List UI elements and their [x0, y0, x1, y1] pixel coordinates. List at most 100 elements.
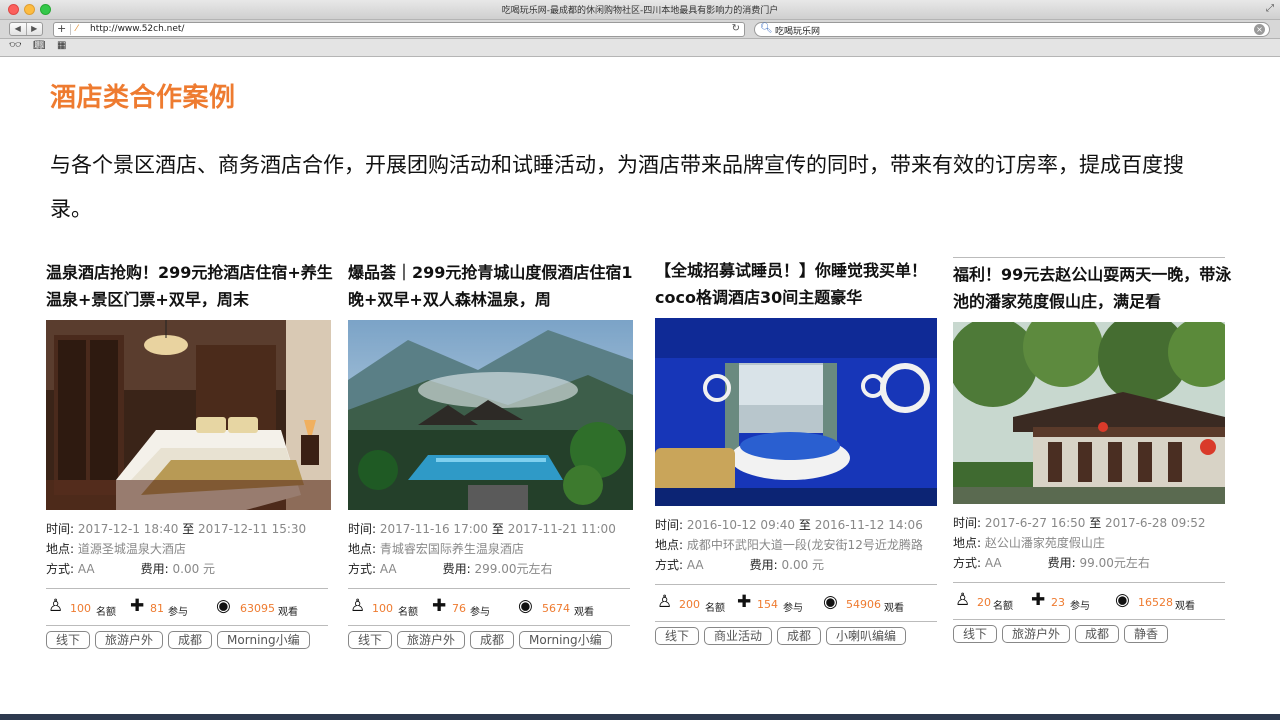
divider: [953, 619, 1225, 620]
fee-label: 费用:: [442, 562, 471, 576]
fullscreen-icon[interactable]: ⤢: [1266, 3, 1274, 14]
tag[interactable]: 线下: [348, 631, 393, 649]
fee-label: 费用:: [1047, 556, 1076, 570]
views-count: 63095: [240, 602, 275, 615]
location-label: 地点:: [953, 536, 982, 550]
person-icon: ♙: [48, 596, 64, 616]
event-card[interactable]: 温泉酒店抢购！299元抢酒店住宿+养生温泉+景区门票+双早，周末 时间: 201…: [46, 259, 334, 649]
clear-search-icon[interactable]: ×: [1254, 24, 1265, 35]
location-row: 地点: 成都中环武阳大道一段(龙安街12号近龙腾路: [655, 535, 943, 555]
fee-label: 费用:: [749, 558, 778, 572]
eye-icon: ◉: [823, 592, 838, 612]
card-stats: ♙ 100 名额 ✚ 76 参与 ◉ 5674 观看: [348, 589, 636, 625]
address-divider: [70, 24, 71, 35]
location-value: 成都中环武阳大道一段(龙安街12号近龙腾路: [686, 538, 923, 552]
tag[interactable]: 成都: [168, 631, 213, 649]
plus-icon[interactable]: ✚: [737, 592, 751, 612]
method-value: AA: [379, 562, 397, 576]
reload-icon[interactable]: ↻: [732, 23, 740, 34]
search-icon[interactable]: 🔍︎: [760, 23, 773, 34]
tag[interactable]: 线下: [953, 625, 998, 643]
join-count: 154: [757, 598, 778, 611]
person-icon: ♙: [657, 592, 673, 612]
method-value: AA: [984, 556, 1002, 570]
to-label: 至: [798, 518, 811, 532]
method-value: AA: [77, 562, 95, 576]
reading-list-icon[interactable]: 👓︎: [9, 40, 22, 51]
tag[interactable]: Morning小编: [519, 631, 612, 649]
favicon-icon: ⁄: [76, 24, 78, 34]
location-value: 赵公山潘家苑度假山庄: [984, 536, 1105, 550]
page-title: 酒店类合作案例: [50, 83, 236, 113]
tag[interactable]: Morning小编: [217, 631, 310, 649]
quota-label: 名额: [705, 603, 725, 614]
top-sites-icon[interactable]: ▦: [57, 40, 66, 51]
back-icon[interactable]: ◀: [10, 23, 26, 35]
title-bar: 吃喝玩乐网-最成都的休闲购物社区-四川本地最具有影响力的消费门户 ⤢: [0, 0, 1280, 20]
card-meta: 时间: 2017-11-16 17:00 至 2017-11-21 11:00 …: [348, 519, 636, 579]
event-card[interactable]: 【全城招募试睡员！】你睡觉我买单！coco格调酒店30间主题豪华 时间: 201…: [655, 257, 943, 645]
bookmarks-bar: 👓︎ 📖︎ ▦: [0, 39, 1280, 57]
time-row: 时间: 2016-10-12 09:40 至 2016-11-12 14:06: [655, 515, 943, 535]
plus-icon[interactable]: ✚: [432, 596, 446, 616]
divider: [348, 625, 630, 626]
browser-window: 吃喝玩乐网-最成都的休闲购物社区-四川本地最具有影响力的消费门户 ⤢ ◀ ▶ +…: [0, 0, 1280, 714]
tag[interactable]: 线下: [46, 631, 91, 649]
start-time: 2016-10-12 09:40: [686, 518, 796, 532]
search-field[interactable]: 🔍︎ 吃喝玩乐网 ×: [754, 22, 1270, 37]
join-label: 参与: [168, 607, 188, 618]
views-count: 16528: [1138, 596, 1173, 609]
resort-image[interactable]: [348, 320, 633, 510]
address-bar[interactable]: + ⁄ http://www.52ch.net/ ↻: [53, 22, 745, 37]
tag[interactable]: 成都: [1075, 625, 1120, 643]
tag[interactable]: 旅游户外: [1002, 625, 1071, 643]
time-row: 时间: 2017-6-27 16:50 至 2017-6-28 09:52: [953, 513, 1241, 533]
views-label: 观看: [574, 607, 594, 618]
eye-icon: ◉: [1115, 590, 1130, 610]
divider: [46, 625, 328, 626]
plus-icon[interactable]: ✚: [1031, 590, 1045, 610]
browser-toolbar: ◀ ▶ + ⁄ http://www.52ch.net/ ↻ 🔍︎ 吃喝玩乐网 …: [0, 20, 1280, 39]
join-label: 参与: [470, 607, 490, 618]
tag[interactable]: 成都: [470, 631, 515, 649]
location-label: 地点:: [655, 538, 684, 552]
fee-value: 99.00元左右: [1079, 556, 1150, 570]
location-value: 道源圣城温泉大酒店: [77, 542, 186, 556]
villa-image[interactable]: [953, 322, 1225, 504]
card-title[interactable]: 福利！99元去赵公山耍两天一晚，带泳池的潘家苑度假山庄，满足看: [953, 261, 1241, 315]
tag[interactable]: 小喇叭编编: [826, 627, 907, 645]
tag[interactable]: 商业活动: [704, 627, 773, 645]
add-tab-icon[interactable]: +: [57, 22, 66, 35]
views-label: 观看: [884, 603, 904, 614]
join-count: 76: [452, 602, 466, 615]
event-card[interactable]: 福利！99元去赵公山耍两天一晚，带泳池的潘家苑度假山庄，满足看 时间: 2017…: [953, 257, 1241, 643]
time-label: 时间:: [46, 522, 75, 536]
theme-room-image[interactable]: [655, 318, 937, 506]
tag[interactable]: 旅游户外: [95, 631, 164, 649]
person-icon: ♙: [350, 596, 366, 616]
search-input[interactable]: 吃喝玩乐网: [775, 24, 820, 37]
method-value: AA: [686, 558, 704, 572]
location-label: 地点:: [348, 542, 377, 556]
forward-icon[interactable]: ▶: [25, 23, 43, 35]
card-title[interactable]: 【全城招募试睡员！】你睡觉我买单！coco格调酒店30间主题豪华: [655, 257, 943, 311]
method-row: 方式: AA 费用: 0.00 元: [46, 559, 334, 579]
hotel-room-image[interactable]: [46, 320, 331, 510]
end-time: 2017-6-28 09:52: [1105, 516, 1206, 530]
card-stats: ♙ 200 名额 ✚ 154 参与 ◉ 54906 观看: [655, 585, 943, 621]
tag[interactable]: 静香: [1124, 625, 1169, 643]
bookmarks-icon[interactable]: 📖︎: [33, 40, 46, 51]
end-time: 2017-12-11 15:30: [198, 522, 307, 536]
tag[interactable]: 成都: [777, 627, 822, 645]
views-count: 5674: [542, 602, 570, 615]
event-card[interactable]: 爆品荟｜299元抢青城山度假酒店住宿1晚+双早+双人森林温泉，周 时间: 201…: [348, 259, 636, 649]
tag[interactable]: 旅游户外: [397, 631, 466, 649]
tag-list: 线下 商业活动 成都 小喇叭编编: [655, 627, 943, 645]
tag[interactable]: 线下: [655, 627, 700, 645]
card-title[interactable]: 爆品荟｜299元抢青城山度假酒店住宿1晚+双早+双人森林温泉，周: [348, 259, 636, 313]
plus-icon[interactable]: ✚: [130, 596, 144, 616]
window-title: 吃喝玩乐网-最成都的休闲购物社区-四川本地最具有影响力的消费门户: [501, 6, 779, 16]
start-time: 2017-6-27 16:50: [984, 516, 1086, 530]
url-text[interactable]: http://www.52ch.net/: [90, 24, 184, 34]
card-title[interactable]: 温泉酒店抢购！299元抢酒店住宿+养生温泉+景区门票+双早，周末: [46, 259, 334, 313]
